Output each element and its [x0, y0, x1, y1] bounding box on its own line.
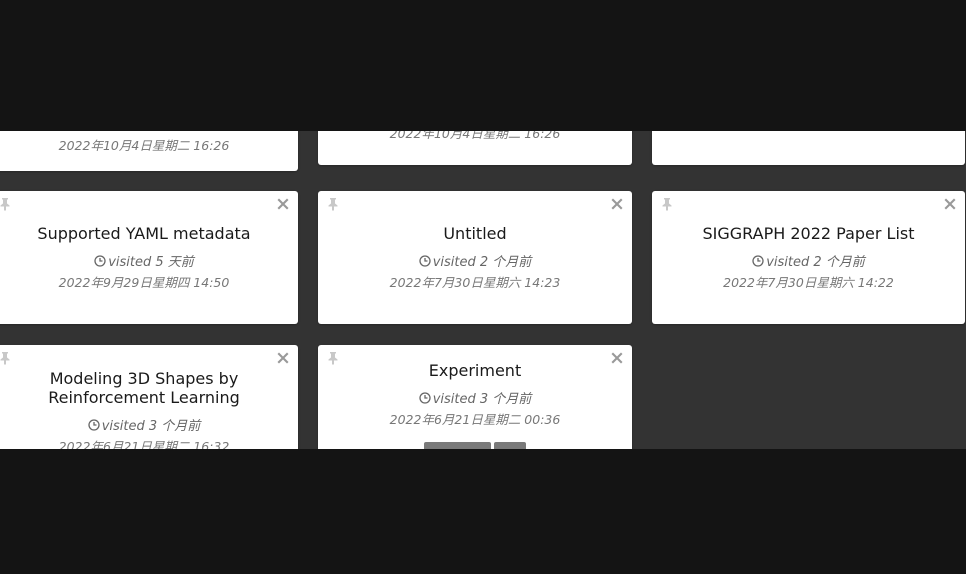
note-card[interactable] [652, 131, 965, 165]
close-icon[interactable] [276, 197, 290, 211]
note-visited: visited 3 个月前 [318, 392, 632, 408]
close-icon[interactable] [610, 197, 624, 211]
pin-icon[interactable] [661, 197, 673, 211]
note-date: 2022年10月4日星期二 16:26 [389, 131, 561, 141]
note-card[interactable]: 2022年10月4日星期二 16:26 [0, 131, 298, 171]
note-date: 2022年7月30日星期六 14:22 [723, 275, 894, 290]
note-title: Experiment [428, 361, 522, 380]
note-date: 2022年10月4日星期二 16:26 [58, 138, 230, 153]
note-visited: visited 2 个月前 [652, 255, 965, 271]
tag-chip[interactable] [494, 442, 526, 449]
note-card[interactable]: Modeling 3D Shapes by Reinforcement Lear… [0, 345, 298, 449]
note-date: 2022年7月30日星期六 14:23 [389, 275, 561, 290]
note-card[interactable]: Untitled visited 2 个月前 2022年7月30日星期六 14:… [318, 191, 632, 324]
clock-icon [752, 255, 764, 267]
notes-history-grid: 2022年10月4日星期二 16:26 2022年10月4日星期二 16:26 … [0, 131, 966, 449]
clock-icon [419, 392, 431, 404]
note-visited: visited 2 个月前 [318, 255, 632, 271]
clock-icon [94, 255, 106, 267]
note-card[interactable]: Experiment visited 3 个月前 2022年6月21日星期二 0… [318, 345, 632, 449]
note-date: 2022年6月21日星期二 16:32 [58, 439, 230, 449]
tag-chip[interactable] [424, 442, 491, 449]
close-icon[interactable] [943, 197, 957, 211]
note-visited: visited 5 天前 [0, 255, 298, 271]
note-title: Untitled [443, 224, 507, 243]
note-date: 2022年6月21日星期二 00:36 [389, 412, 561, 427]
note-title: Supported YAML metadata [37, 224, 251, 243]
note-visited: visited 3 个月前 [0, 419, 298, 435]
note-date: 2022年9月29日星期四 14:50 [58, 275, 230, 290]
pin-icon[interactable] [327, 197, 339, 211]
pin-icon[interactable] [0, 197, 11, 211]
clock-icon [419, 255, 431, 267]
clock-icon [88, 419, 100, 431]
note-card[interactable]: SIGGRAPH 2022 Paper List visited 2 个月前 2… [652, 191, 965, 324]
pin-icon[interactable] [0, 351, 11, 365]
note-card[interactable]: Supported YAML metadata visited 5 天前 202… [0, 191, 298, 324]
note-title: Modeling 3D Shapes by Reinforcement Lear… [48, 369, 240, 407]
note-title: SIGGRAPH 2022 Paper List [702, 224, 915, 243]
note-card[interactable]: 2022年10月4日星期二 16:26 [318, 131, 632, 165]
close-icon[interactable] [276, 351, 290, 365]
